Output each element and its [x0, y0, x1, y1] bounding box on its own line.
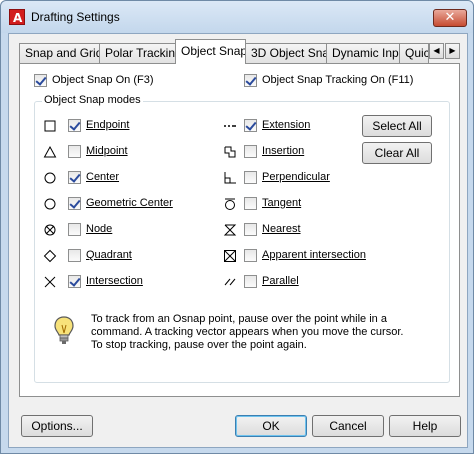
clear-all-button[interactable]: Clear All	[362, 142, 432, 164]
select-all-button[interactable]: Select All	[362, 115, 432, 137]
parallel-checkbox[interactable]	[244, 275, 257, 288]
intersection-label[interactable]: Intersection	[86, 275, 143, 287]
midpoint-label[interactable]: Midpoint	[86, 145, 128, 157]
apparent-intersection-checkbox[interactable]	[244, 249, 257, 262]
midpoint-triangle-icon	[43, 145, 57, 158]
perpendicular-label[interactable]: Perpendicular	[262, 171, 330, 183]
endpoint-square-icon	[44, 120, 56, 132]
center-circle-icon	[44, 172, 56, 184]
insertion-label[interactable]: Insertion	[262, 145, 304, 157]
osnap-tracking-checkbox[interactable]	[244, 74, 257, 87]
tab-snap-and-grid[interactable]: Snap and Grid	[19, 43, 100, 63]
window-title: Drafting Settings	[31, 10, 120, 24]
options-button[interactable]: Options...	[21, 415, 93, 437]
midpoint-checkbox[interactable]	[68, 145, 81, 158]
tab-object-snap[interactable]: Object Snap	[175, 39, 246, 64]
tab-3d-object-snap[interactable]: 3D Object Snap	[245, 43, 327, 63]
osnap-on-checkbox[interactable]	[34, 74, 47, 87]
tracking-help-text: To track from an Osnap point, pause over…	[91, 313, 441, 352]
quadrant-checkbox[interactable]	[68, 249, 81, 262]
endpoint-label[interactable]: Endpoint	[86, 119, 129, 131]
perpendicular-checkbox[interactable]	[244, 171, 257, 184]
osnap-tracking-label[interactable]: Object Snap Tracking On (F11)	[262, 74, 413, 86]
apparent-intersection-label[interactable]: Apparent intersection	[262, 249, 366, 261]
osnap-on-label[interactable]: Object Snap On (F3)	[52, 74, 154, 86]
endpoint-checkbox[interactable]	[68, 119, 81, 132]
tab-scroll-left-button[interactable]: ◀	[429, 43, 444, 59]
help-line-1: To track from an Osnap point, pause over…	[91, 313, 387, 325]
extension-checkbox[interactable]	[244, 119, 257, 132]
parallel-icon	[224, 278, 236, 286]
perpendicular-icon	[224, 172, 236, 184]
quadrant-diamond-icon	[43, 249, 57, 263]
center-checkbox[interactable]	[68, 171, 81, 184]
nearest-checkbox[interactable]	[244, 223, 257, 236]
autocad-app-icon: A	[9, 9, 25, 25]
nearest-label[interactable]: Nearest	[262, 223, 301, 235]
dialog-window: A Drafting Settings ✕ Snap and Grid Pola…	[0, 0, 474, 454]
intersection-checkbox[interactable]	[68, 275, 81, 288]
tab-dynamic-input[interactable]: Dynamic Input	[326, 43, 400, 63]
node-checkbox[interactable]	[68, 223, 81, 236]
tab-polar-tracking[interactable]: Polar Tracking	[99, 43, 179, 63]
node-label[interactable]: Node	[86, 223, 112, 235]
help-button[interactable]: Help	[389, 415, 461, 437]
intersection-x-icon	[44, 276, 56, 288]
apparent-intersection-icon	[224, 250, 236, 262]
geometric-center-circle-icon	[44, 198, 56, 210]
close-button[interactable]: ✕	[433, 9, 467, 27]
geometric-center-label[interactable]: Geometric Center	[86, 197, 173, 209]
tangent-checkbox[interactable]	[244, 197, 257, 210]
dialog-client-area: Snap and Grid Polar Tracking Object Snap…	[8, 33, 468, 448]
quadrant-label[interactable]: Quadrant	[86, 249, 132, 261]
tab-scroll-right-button[interactable]: ▶	[445, 43, 460, 59]
help-line-3: To stop tracking, pause over the point a…	[91, 339, 307, 351]
tangent-label[interactable]: Tangent	[262, 197, 301, 209]
cancel-button[interactable]: Cancel	[312, 415, 384, 437]
ok-button[interactable]: OK	[235, 415, 307, 437]
center-label[interactable]: Center	[86, 171, 119, 183]
insertion-checkbox[interactable]	[244, 145, 257, 158]
parallel-label[interactable]: Parallel	[262, 275, 299, 287]
node-icon	[44, 224, 56, 236]
help-line-2: command. A tracking vector appears when …	[91, 326, 404, 338]
lightbulb-icon	[54, 316, 74, 344]
extension-label[interactable]: Extension	[262, 119, 310, 131]
geometric-center-checkbox[interactable]	[68, 197, 81, 210]
extension-icon	[224, 125, 236, 127]
title-bar[interactable]: A Drafting Settings ✕	[1, 1, 473, 33]
tab-quick-properties[interactable]: Quic	[399, 43, 429, 63]
tangent-icon	[225, 198, 235, 210]
group-title: Object Snap modes	[42, 94, 143, 106]
insertion-icon	[224, 146, 236, 158]
nearest-hourglass-icon	[223, 224, 237, 236]
